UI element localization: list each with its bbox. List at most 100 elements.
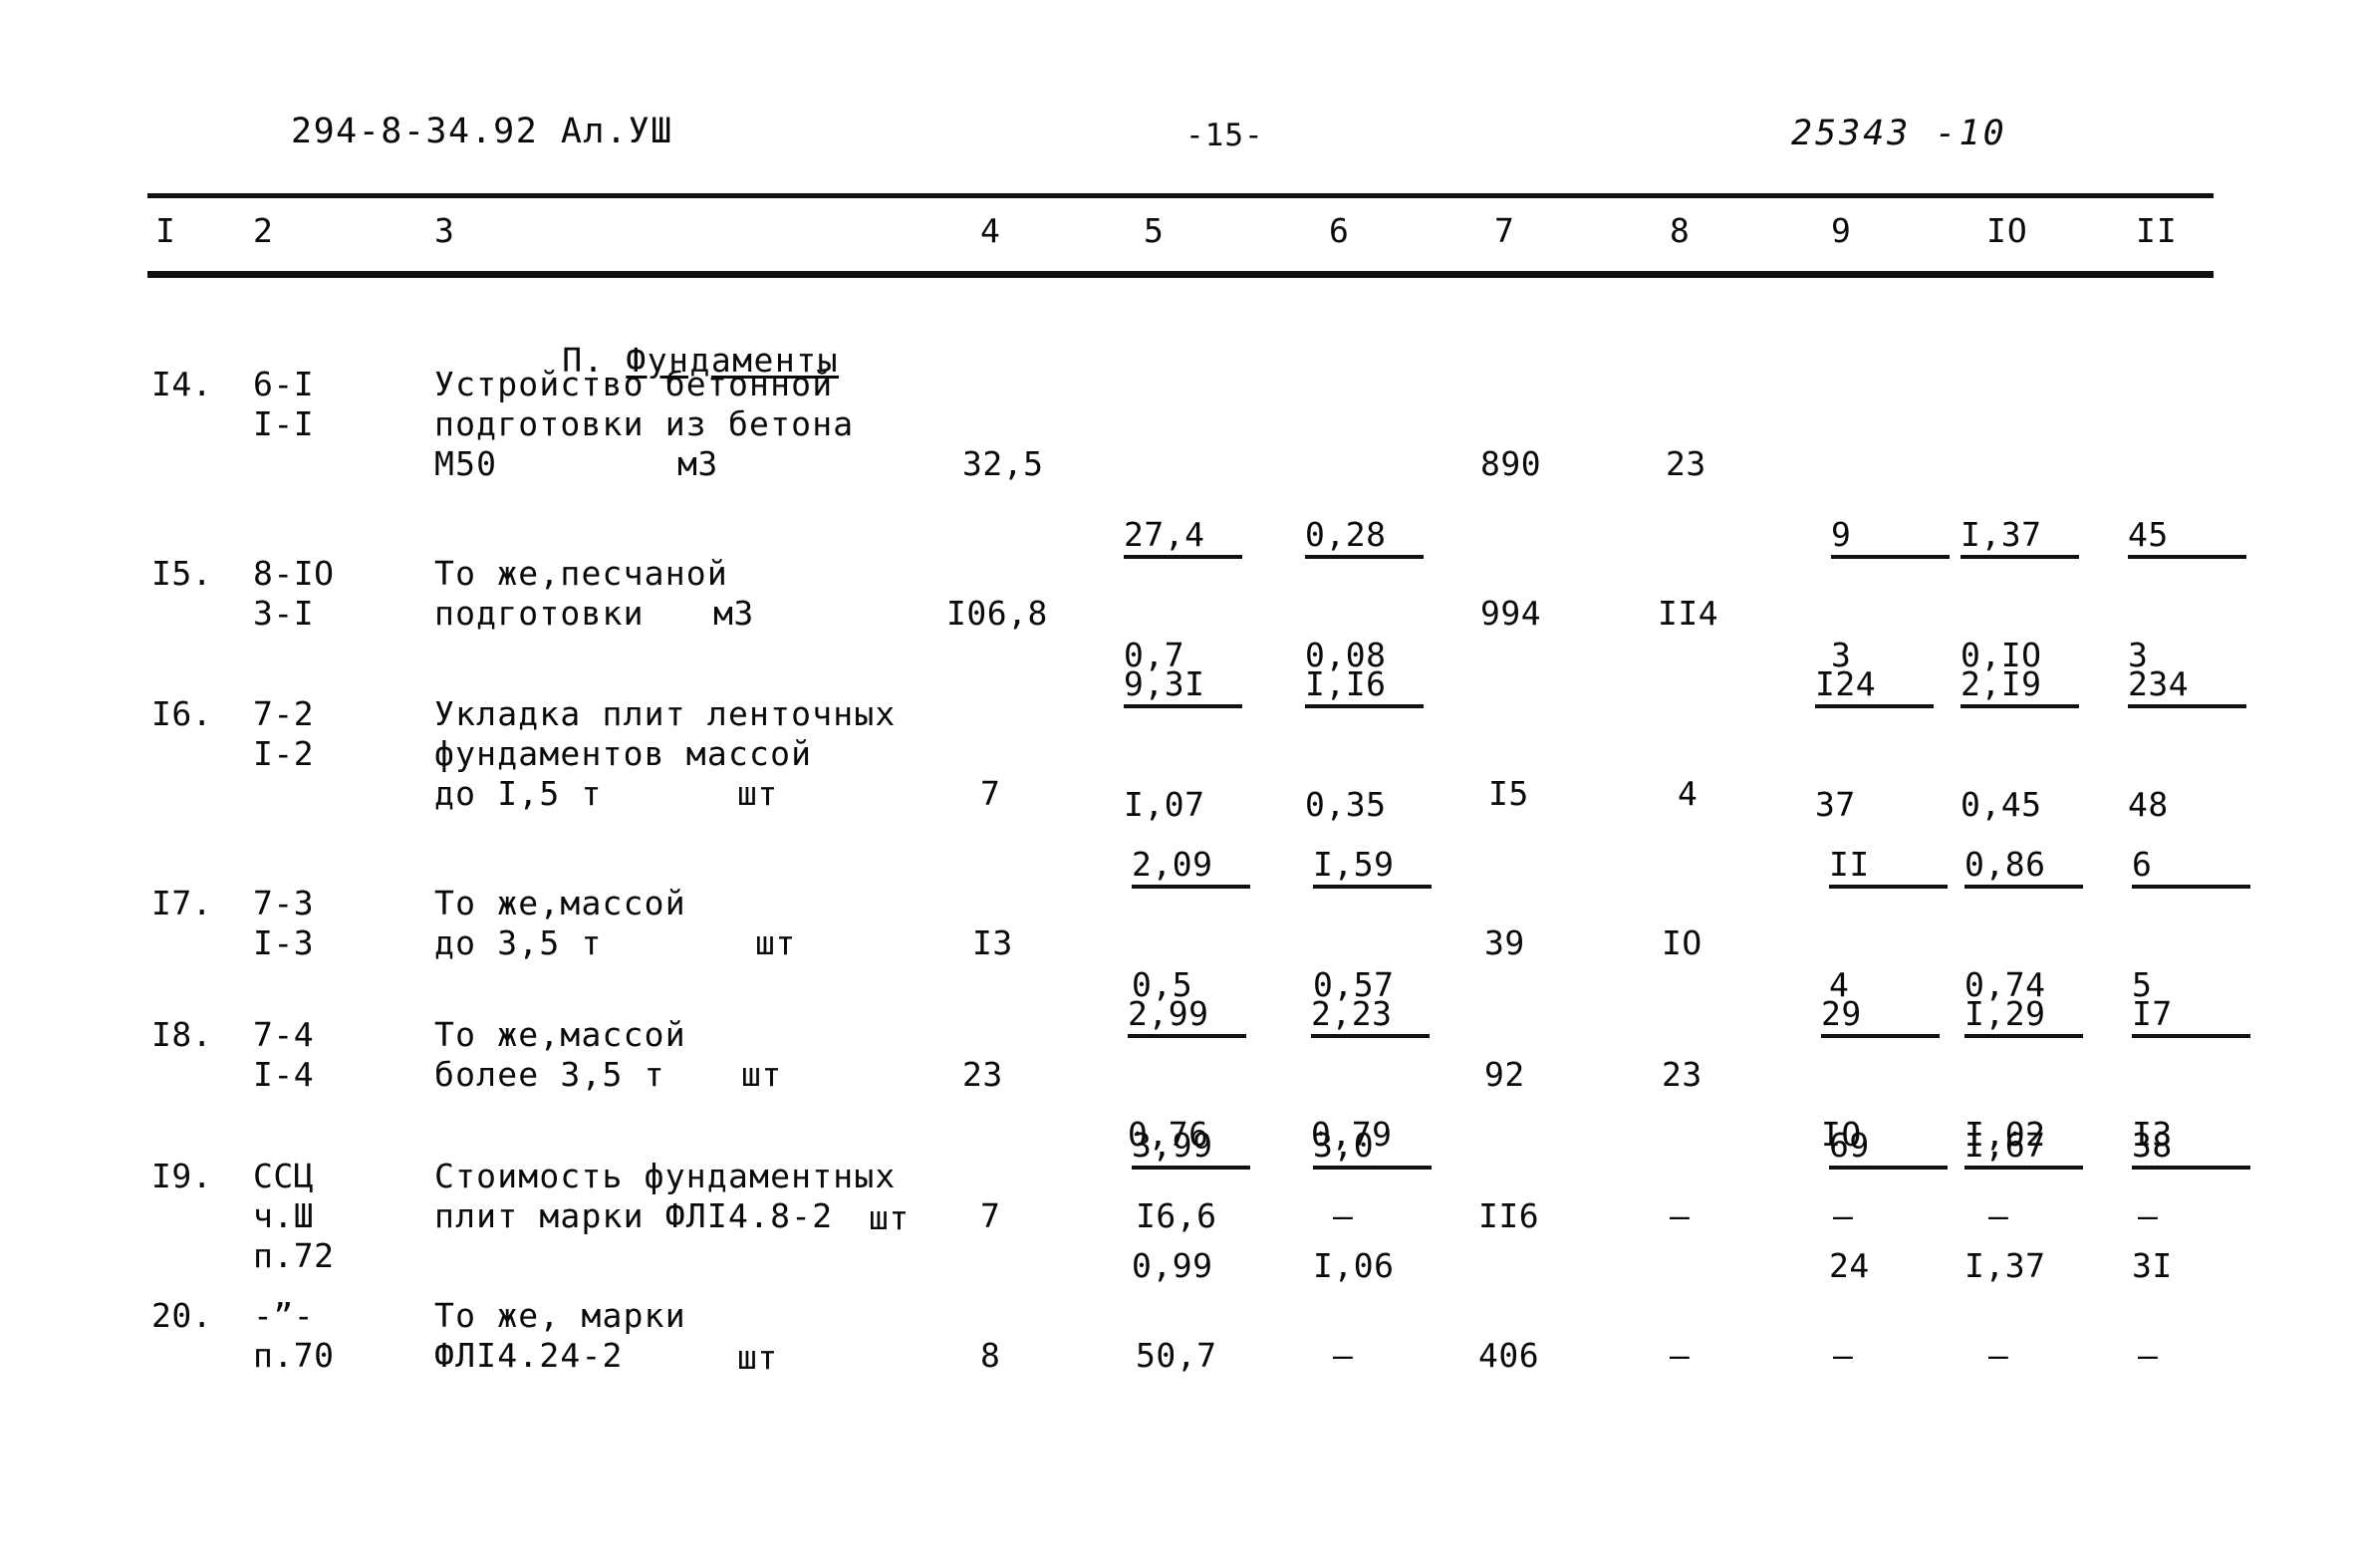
- column-5-numerator: 3,99: [1132, 1127, 1251, 1170]
- column-9-value: –: [1833, 1336, 1853, 1375]
- column-header-9: 9: [1831, 211, 1852, 250]
- column-4-value: 23: [962, 1055, 1003, 1094]
- column-7-value: 890: [1480, 444, 1542, 483]
- unit-of-measure: шт: [755, 923, 796, 962]
- column-6-numerator: I,I6: [1305, 665, 1425, 708]
- row-number: I8.: [151, 1015, 213, 1054]
- work-description-line2: более 3,5 т: [434, 1055, 665, 1094]
- column-11-denominator: 3I: [2132, 1246, 2173, 1285]
- column-9-denominator: 24: [1829, 1246, 1870, 1285]
- norm-code-line1: 6-I: [253, 365, 315, 403]
- column-11-value: –: [2138, 1336, 2158, 1375]
- work-description-line1: Устройство бетонной: [434, 365, 834, 403]
- work-description-line2: подготовки из бетона: [434, 404, 855, 443]
- page-number: -15-: [1185, 118, 1264, 153]
- column-6-numerator: 2,23: [1311, 995, 1431, 1038]
- column-6-fraction: 3,0 I,06: [1313, 1051, 1433, 1361]
- unit-of-measure: шт: [869, 1198, 910, 1237]
- column-10-numerator: 2,I9: [1961, 665, 2080, 708]
- norm-code-line2: 3-I: [253, 594, 315, 633]
- column-header-5: 5: [1144, 211, 1165, 250]
- document-series-label: 294-8-34.92 Ал.УШ: [291, 112, 673, 151]
- column-4-value: I06,8: [946, 594, 1048, 633]
- column-6-numerator: 0,28: [1305, 516, 1425, 559]
- column-9-numerator: 29: [1821, 995, 1941, 1038]
- column-9-numerator: II: [1829, 846, 1949, 889]
- column-6-value: –: [1333, 1196, 1353, 1235]
- column-5-numerator: 2,99: [1128, 995, 1247, 1038]
- work-description-line1: То же, марки: [434, 1296, 686, 1335]
- norm-code-line2: I-I: [253, 404, 315, 443]
- column-5-value: 50,7: [1136, 1336, 1217, 1375]
- column-9-numerator: I24: [1815, 665, 1935, 708]
- column-7-value: I5: [1488, 774, 1529, 813]
- column-11-numerator: 234: [2128, 665, 2247, 708]
- column-8-value: –: [1670, 1196, 1690, 1235]
- column-8-value: II4: [1658, 594, 1719, 633]
- work-description-line1: То же,массой: [434, 884, 686, 922]
- unit-of-measure: шт: [737, 774, 778, 813]
- column-header-4: 4: [980, 211, 1001, 250]
- column-11-numerator: 45: [2128, 516, 2247, 559]
- table-header-rule: [147, 271, 2214, 278]
- column-header-1: I: [155, 211, 176, 250]
- column-header-3: 3: [434, 211, 455, 250]
- norm-code-line2: I-4: [253, 1055, 315, 1094]
- column-7-value: 994: [1480, 594, 1542, 633]
- column-4-value: 7: [980, 1196, 1001, 1235]
- column-header-8: 8: [1670, 211, 1691, 250]
- column-10-numerator: I,37: [1961, 516, 2080, 559]
- column-4-value: 8: [980, 1336, 1001, 1375]
- column-11-numerator: I7: [2132, 995, 2251, 1038]
- norm-code-line2: п.70: [253, 1336, 335, 1375]
- unit-of-measure: м3: [713, 594, 754, 633]
- work-description-line3: М50: [434, 444, 498, 483]
- column-6-value: –: [1333, 1336, 1353, 1375]
- column-8-value: 4: [1678, 774, 1699, 813]
- column-7-value: II6: [1478, 1196, 1540, 1235]
- work-description-line1: Укладка плит ленточных: [434, 694, 897, 733]
- column-5-value: I6,6: [1136, 1196, 1217, 1235]
- column-7-value: 92: [1484, 1055, 1525, 1094]
- work-description-line1: То же,песчаной: [434, 554, 728, 593]
- row-number: I6.: [151, 694, 213, 733]
- column-10-numerator: 0,86: [1964, 846, 2084, 889]
- table-top-rule: [147, 193, 2214, 198]
- norm-code-line2: ч.Ш: [253, 1196, 315, 1235]
- norm-code-line3: п.72: [253, 1236, 335, 1275]
- column-header-11: II: [2136, 211, 2178, 250]
- norm-code-line2: I-3: [253, 923, 315, 962]
- norm-code-line1: 7-3: [253, 884, 315, 922]
- row-number: I5.: [151, 554, 213, 593]
- column-7-value: 39: [1484, 923, 1525, 962]
- column-header-2: 2: [253, 211, 274, 250]
- column-4-value: I3: [972, 923, 1013, 962]
- column-8-value: –: [1670, 1336, 1690, 1375]
- column-4-value: 32,5: [962, 444, 1044, 483]
- column-8-value: 23: [1662, 1055, 1702, 1094]
- work-description-line2: фундаментов массой: [434, 734, 813, 773]
- work-description-line2: ФЛI4.24-2: [434, 1336, 624, 1375]
- document-page: 294-8-34.92 Ал.УШ -15- 25343 -10 I 2 3 4…: [0, 0, 2354, 1568]
- column-9-numerator: 9: [1831, 516, 1951, 559]
- norm-code-line1: 7-4: [253, 1015, 315, 1054]
- column-6-numerator: 3,0: [1313, 1127, 1433, 1170]
- column-6-numerator: I,59: [1313, 846, 1433, 889]
- column-4-value: 7: [980, 774, 1001, 813]
- norm-code-line1: ССЦ: [253, 1157, 315, 1195]
- column-11-value: –: [2138, 1196, 2158, 1235]
- column-10-numerator: I,67: [1964, 1127, 2084, 1170]
- row-number: I9.: [151, 1157, 213, 1195]
- unit-of-measure: шт: [737, 1338, 778, 1377]
- column-11-numerator: 6: [2132, 846, 2251, 889]
- column-9-numerator: 69: [1829, 1127, 1949, 1170]
- column-10-numerator: I,29: [1964, 995, 2084, 1038]
- norm-code-line1: 7-2: [253, 694, 315, 733]
- work-description-line2: до 3,5 т: [434, 923, 603, 962]
- work-description-line2: плит марки ФЛI4.8-2: [434, 1196, 834, 1235]
- column-11-numerator: 38: [2132, 1127, 2251, 1170]
- row-number: 20.: [151, 1296, 213, 1335]
- column-5-numerator: 9,3I: [1124, 665, 1243, 708]
- column-10-denominator: I,37: [1964, 1246, 2046, 1285]
- column-header-7: 7: [1494, 211, 1515, 250]
